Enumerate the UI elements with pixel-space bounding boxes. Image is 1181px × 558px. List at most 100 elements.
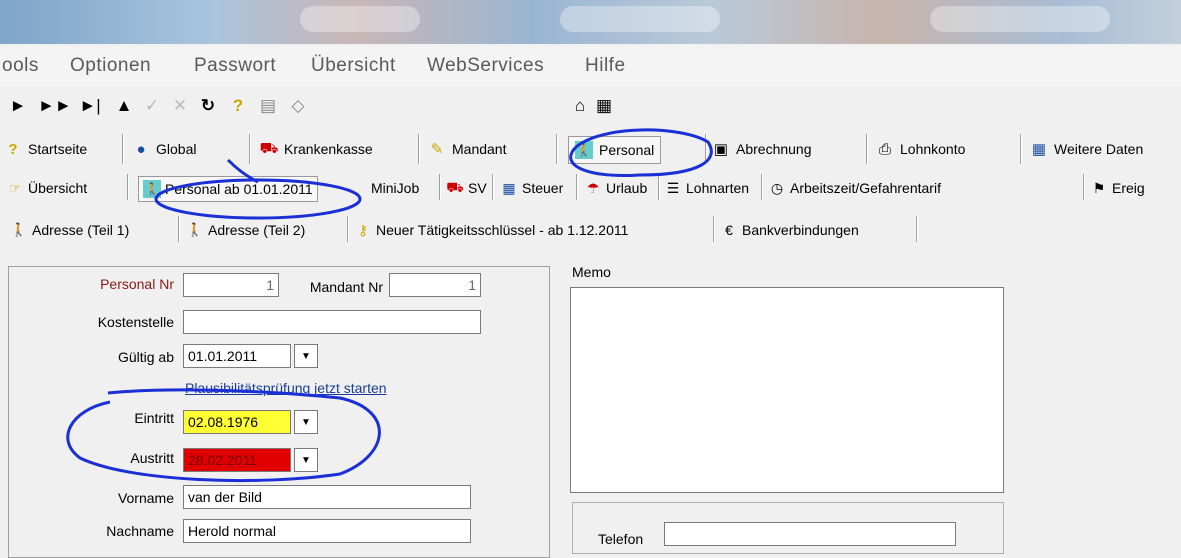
- nav-global[interactable]: ● Global: [132, 136, 196, 162]
- eintritt-label: Eintritt: [134, 410, 174, 426]
- tab-steuer[interactable]: ▦ Steuer: [500, 176, 563, 200]
- nav-personal[interactable]: 🚶 Personal: [568, 136, 662, 164]
- tab-arbeitszeit[interactable]: ◷ Arbeitszeit/Gefahrentarif: [768, 176, 941, 200]
- person-icon: 🚶: [186, 222, 204, 237]
- telefon-field[interactable]: [664, 522, 956, 546]
- personal-subtabs: ☞ Übersicht 🚶 Personal ab 01.01.2011 Min…: [0, 172, 1181, 206]
- nav-mandant[interactable]: ✎ Mandant: [428, 136, 507, 162]
- divider: [866, 134, 868, 164]
- client-icon: ✎: [430, 141, 444, 158]
- nachname-field[interactable]: Herold normal: [183, 519, 471, 543]
- refresh-icon[interactable]: ↻: [196, 94, 220, 118]
- nav-lohnkonto[interactable]: ⎙ Lohnkonto: [876, 136, 965, 162]
- gueltig-ab-field[interactable]: 01.01.2011: [183, 344, 291, 368]
- nav-abrechnung-label: Abrechnung: [736, 141, 812, 157]
- kostenstelle-field[interactable]: [183, 310, 481, 334]
- nav-weitere-label: Weitere Daten: [1054, 141, 1144, 157]
- nav-weitere-daten[interactable]: ▦ Weitere Daten: [1030, 136, 1143, 162]
- tab-adresse-2-label: Adresse (Teil 2): [208, 222, 306, 238]
- divider: [705, 134, 707, 164]
- menu-uebersicht[interactable]: Übersicht: [311, 55, 396, 77]
- tab-taetigkeit-label: Neuer Tätigkeitsschlüssel - ab 1.12.2011: [376, 222, 629, 238]
- eject-icon[interactable]: ▲: [112, 94, 136, 118]
- nav-abrechnung[interactable]: ▣ Abrechnung: [712, 136, 812, 162]
- tab-adresse-1[interactable]: 🚶 Adresse (Teil 1): [10, 218, 129, 242]
- mandant-nr-field[interactable]: 1: [389, 273, 481, 297]
- telefon-label: Telefon: [598, 531, 644, 547]
- divider: [658, 174, 660, 200]
- tab-uebersicht-label: Übersicht: [28, 180, 88, 196]
- skip-end-icon[interactable]: ►|: [78, 94, 102, 118]
- tab-minijob[interactable]: MiniJob: [371, 176, 419, 200]
- tab-uebersicht[interactable]: ☞ Übersicht: [6, 176, 87, 200]
- eintritt-field[interactable]: 02.08.1976: [183, 410, 291, 434]
- cancel-icon[interactable]: ✕: [168, 94, 192, 118]
- eintritt-dropdown-button[interactable]: ▼: [294, 410, 318, 434]
- tab-urlaub-label: Urlaub: [606, 180, 648, 196]
- help-icon: ?: [8, 140, 18, 158]
- divider: [916, 216, 918, 242]
- ambulance-icon: ⛟: [259, 139, 279, 157]
- tab-steuer-label: Steuer: [522, 180, 564, 196]
- divider: [418, 134, 420, 164]
- table-icon: ▦: [1031, 141, 1047, 158]
- person-icon: 🚶: [143, 180, 161, 198]
- tab-adresse-2[interactable]: 🚶 Adresse (Teil 2): [186, 218, 305, 242]
- plausibility-check-link[interactable]: Plausibilitätsprüfung jetzt starten: [185, 380, 387, 396]
- fast-forward-icon[interactable]: ►►: [38, 94, 72, 118]
- memo-textarea[interactable]: [570, 287, 1004, 493]
- tab-sv[interactable]: ⛟ SV: [446, 176, 487, 200]
- menu-webservices[interactable]: WebServices: [427, 55, 544, 77]
- tab-taetigkeit[interactable]: ⚷ Neuer Tätigkeitsschlüssel - ab 1.12.20…: [354, 218, 629, 242]
- printer-icon: ⎙: [878, 140, 891, 158]
- divider: [1020, 134, 1022, 164]
- austritt-label: Austritt: [130, 450, 174, 466]
- person-icon: 🚶: [10, 222, 28, 237]
- menu-hilfe[interactable]: Hilfe: [585, 55, 626, 77]
- tab-bankverbindungen[interactable]: € Bankverbindungen: [720, 218, 859, 242]
- divider: [492, 174, 494, 200]
- vorname-field[interactable]: van der Bild: [183, 485, 471, 509]
- tab-lohnarten-label: Lohnarten: [686, 180, 750, 196]
- divider: [178, 216, 180, 242]
- beach-icon: ☂: [586, 179, 600, 196]
- titlebar-glow: [930, 6, 1110, 32]
- gueltig-dropdown-button[interactable]: ▼: [294, 344, 318, 368]
- nav-startseite[interactable]: ? Startseite: [4, 136, 87, 162]
- folder-icon[interactable]: ⌂: [568, 94, 592, 118]
- tab-ereignisse[interactable]: ⚑ Ereig: [1090, 176, 1145, 200]
- divider: [347, 216, 349, 242]
- menu-tools[interactable]: ools: [2, 55, 39, 77]
- tab-personal-ab[interactable]: 🚶 Personal ab 01.01.2011: [138, 176, 318, 202]
- nav-mandant-label: Mandant: [452, 141, 507, 157]
- austritt-field[interactable]: 28.02.2011: [183, 448, 291, 472]
- key-icon: ⚷: [357, 221, 369, 238]
- calendar-icon[interactable]: ▦: [592, 94, 616, 118]
- titlebar-glow: [300, 6, 420, 32]
- play-icon[interactable]: ►: [6, 94, 30, 118]
- tab-arbeitszeit-label: Arbeitszeit/Gefahrentarif: [790, 180, 941, 196]
- clock-icon: ◷: [770, 179, 784, 196]
- austritt-dropdown-button[interactable]: ▼: [294, 448, 318, 472]
- tab-adresse-1-label: Adresse (Teil 1): [32, 222, 130, 238]
- euro-icon: €: [725, 222, 733, 238]
- help-icon[interactable]: ?: [226, 94, 250, 118]
- pointer-icon: ☞: [8, 179, 22, 196]
- personal-nr-field[interactable]: 1: [183, 273, 279, 297]
- divider: [713, 216, 715, 242]
- tab-sv-label: SV: [468, 180, 487, 196]
- menu-optionen[interactable]: Optionen: [70, 55, 151, 77]
- table-icon: ▦: [502, 179, 516, 196]
- memo-label: Memo: [572, 264, 611, 280]
- gueltig-ab-label: Gültig ab: [117, 349, 174, 365]
- tab-lohnarten[interactable]: ☰ Lohnarten: [664, 176, 749, 200]
- menu-passwort[interactable]: Passwort: [194, 55, 276, 77]
- tab-urlaub[interactable]: ☂ Urlaub: [584, 176, 648, 200]
- check-icon[interactable]: ✓: [140, 94, 164, 118]
- event-icon: ⚑: [1092, 179, 1106, 196]
- tab-minijob-label: MiniJob: [371, 180, 420, 196]
- tab-ereig-label: Ereig: [1112, 180, 1145, 196]
- document-icon[interactable]: ▤: [256, 94, 280, 118]
- nav-krankenkasse[interactable]: ⛟ Krankenkasse: [260, 136, 373, 162]
- eraser-icon[interactable]: ◇: [286, 94, 310, 118]
